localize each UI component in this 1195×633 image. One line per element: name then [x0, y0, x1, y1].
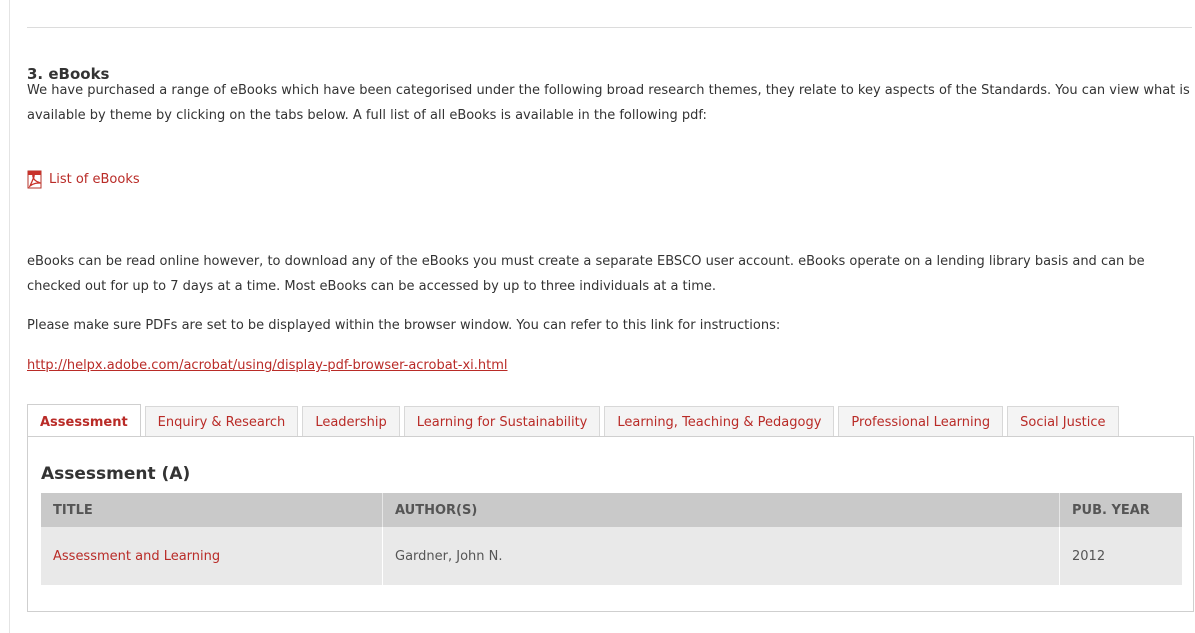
cell-title: Assessment and Learning: [41, 527, 383, 585]
tab-learning-for-sustainability[interactable]: Learning for Sustainability: [403, 406, 601, 437]
cell-year: 2012: [1059, 527, 1182, 585]
tab-professional-learning[interactable]: Professional Learning: [838, 406, 1004, 437]
tab-bar: Assessment Enquiry & Research Leadership…: [27, 404, 1123, 437]
column-header-title: TITLE: [41, 493, 383, 527]
column-header-pub-year: PUB. YEAR: [1059, 493, 1182, 527]
table-header-row: TITLE AUTHOR(S) PUB. YEAR: [41, 493, 1182, 527]
table-row: Assessment and Learning Gardner, John N.…: [41, 527, 1182, 585]
top-divider: [27, 27, 1192, 28]
tab-learning-teaching-pedagogy[interactable]: Learning, Teaching & Pedagogy: [604, 406, 835, 437]
ebooks-table: TITLE AUTHOR(S) PUB. YEAR Assessment and…: [41, 493, 1182, 585]
panel-title: Assessment (A): [41, 464, 191, 484]
cell-author: Gardner, John N.: [382, 527, 1060, 585]
adobe-help-link[interactable]: http://helpx.adobe.com/acrobat/using/dis…: [27, 358, 508, 373]
lending-paragraph: eBooks can be read online however, to do…: [27, 254, 1145, 294]
tab-leadership[interactable]: Leadership: [302, 406, 400, 437]
tab-panel-assessment: Assessment (A) TITLE AUTHOR(S) PUB. YEAR…: [27, 436, 1194, 612]
left-border: [9, 0, 10, 633]
list-of-ebooks-label: List of eBooks: [49, 172, 140, 187]
theme-tabs-widget: Assessment Enquiry & Research Leadership…: [27, 404, 1194, 612]
intro-paragraph: We have purchased a range of eBooks whic…: [27, 83, 1190, 123]
tab-social-justice[interactable]: Social Justice: [1007, 406, 1119, 437]
ebook-title-link[interactable]: Assessment and Learning: [53, 549, 220, 564]
tab-assessment[interactable]: Assessment: [27, 404, 141, 437]
column-header-authors: AUTHOR(S): [382, 493, 1060, 527]
pdf-settings-paragraph: Please make sure PDFs are set to be disp…: [27, 318, 781, 333]
list-of-ebooks-link[interactable]: List of eBooks: [27, 170, 140, 189]
pdf-icon: [27, 170, 42, 189]
tab-enquiry-research[interactable]: Enquiry & Research: [144, 406, 299, 437]
